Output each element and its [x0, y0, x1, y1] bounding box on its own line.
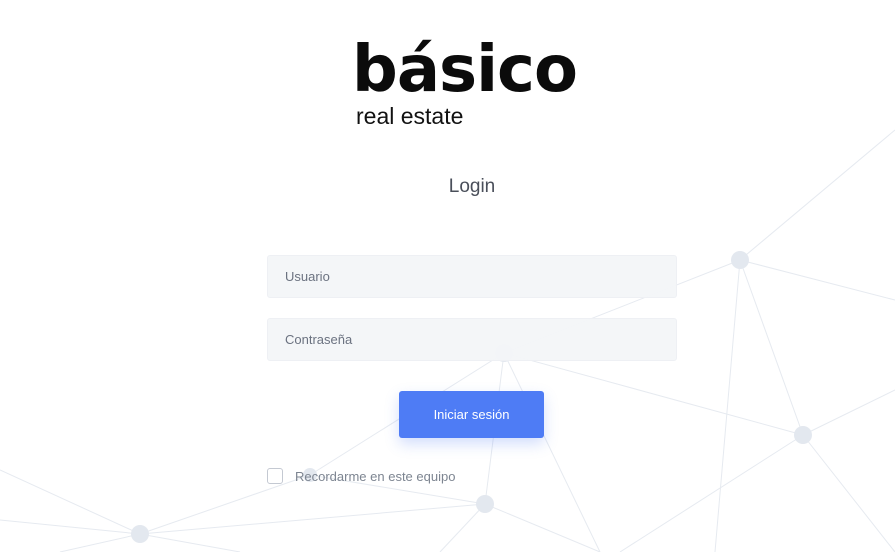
remember-me[interactable]: Recordarme en este equipo [267, 467, 455, 485]
brand-logo: básico real estate [352, 34, 602, 134]
login-button[interactable]: Iniciar sesión [399, 391, 544, 438]
remember-me-label: Recordarme en este equipo [295, 468, 456, 484]
page-title: Login [448, 176, 496, 197]
username-field[interactable] [267, 255, 677, 298]
brand-name: básico [352, 33, 578, 107]
login-page: básico real estate Login Iniciar sesión … [0, 0, 895, 552]
remember-me-checkbox[interactable] [267, 468, 283, 484]
brand-tagline: real estate [356, 103, 464, 129]
password-field[interactable] [267, 318, 677, 361]
